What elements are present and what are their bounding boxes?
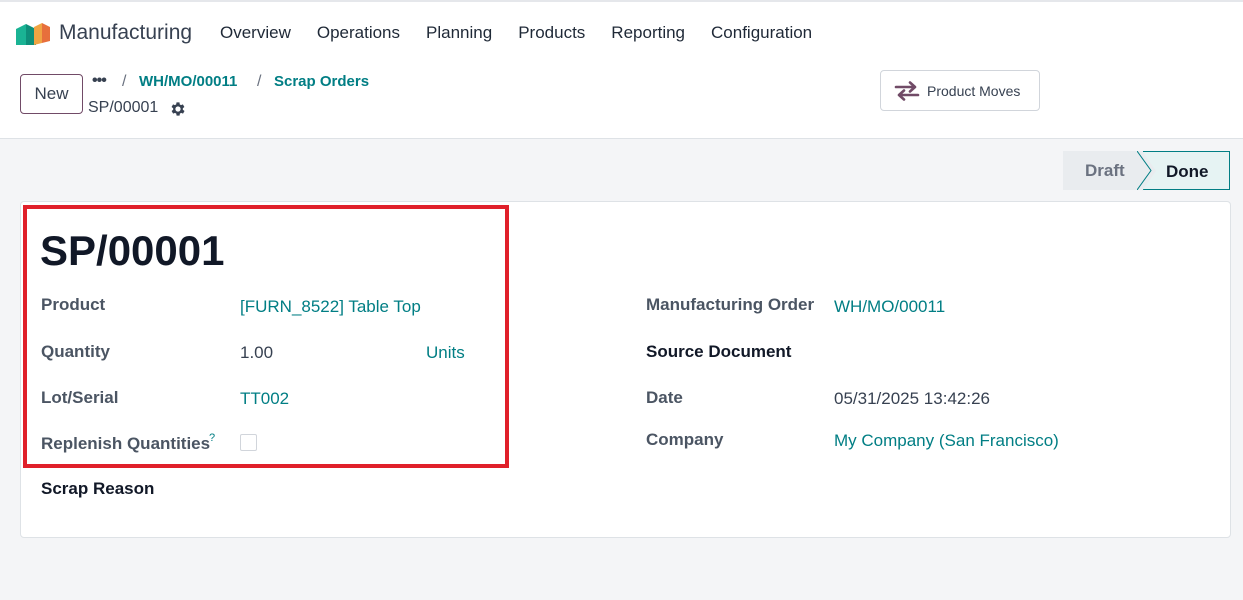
menu-item-products[interactable]: Products xyxy=(518,23,585,43)
product-field[interactable]: [FURN_8522] Table Top xyxy=(240,297,421,317)
lot-serial-field[interactable]: TT002 xyxy=(240,389,289,409)
main-menu: Overview Operations Planning Products Re… xyxy=(220,23,838,43)
breadcrumb-separator: / xyxy=(122,73,127,90)
menu-item-reporting[interactable]: Reporting xyxy=(611,23,685,43)
arrows-swap-icon xyxy=(894,80,920,101)
status-done[interactable]: Done xyxy=(1142,151,1230,191)
uom-field[interactable]: Units xyxy=(426,343,465,363)
replenish-quantities-checkbox[interactable] xyxy=(240,434,257,451)
menu-item-planning[interactable]: Planning xyxy=(426,23,492,43)
control-panel: New ••• / WH/MO/00011 / Scrap Orders SP/… xyxy=(0,64,1243,139)
app-name[interactable]: Manufacturing xyxy=(59,21,192,45)
gear-icon[interactable] xyxy=(169,100,187,118)
menu-item-configuration[interactable]: Configuration xyxy=(711,23,812,43)
lot-serial-label: Lot/Serial xyxy=(41,388,119,407)
breadcrumb-scrap-orders[interactable]: Scrap Orders xyxy=(274,73,369,90)
status-draft[interactable]: Draft xyxy=(1063,151,1143,190)
new-button[interactable]: New xyxy=(20,74,83,114)
status-arrow xyxy=(1137,151,1152,190)
top-navbar: Manufacturing Overview Operations Planni… xyxy=(0,0,1243,64)
breadcrumb-separator: / xyxy=(257,73,262,90)
product-label: Product xyxy=(41,295,106,314)
quantity-label: Quantity xyxy=(41,342,110,361)
help-tooltip-icon[interactable]: ? xyxy=(209,432,215,444)
scrap-reason-label: Scrap Reason xyxy=(41,479,155,498)
date-label: Date xyxy=(646,388,683,407)
more-actions-icon[interactable]: ••• xyxy=(92,72,107,90)
menu-item-operations[interactable]: Operations xyxy=(317,23,400,43)
quantity-field[interactable]: 1.00 xyxy=(240,343,273,363)
source-document-label: Source Document xyxy=(646,342,792,361)
manufacturing-logo-icon[interactable] xyxy=(16,21,50,45)
manufacturing-order-field[interactable]: WH/MO/00011 xyxy=(834,297,945,317)
company-field[interactable]: My Company (San Francisco) xyxy=(834,431,1059,451)
menu-item-overview[interactable]: Overview xyxy=(220,23,291,43)
replenish-quantities-label: Replenish Quantities xyxy=(41,434,211,453)
record-name: SP/00001 xyxy=(88,99,159,116)
date-field: 05/31/2025 13:42:26 xyxy=(834,389,990,408)
record-title: SP/00001 xyxy=(40,227,225,274)
manufacturing-order-label: Manufacturing Order xyxy=(646,295,815,314)
product-moves-button[interactable]: Product Moves xyxy=(880,70,1040,111)
breadcrumb-manufacturing-order[interactable]: WH/MO/00011 xyxy=(139,73,237,90)
company-label: Company xyxy=(646,430,724,449)
product-moves-label: Product Moves xyxy=(927,82,1021,99)
